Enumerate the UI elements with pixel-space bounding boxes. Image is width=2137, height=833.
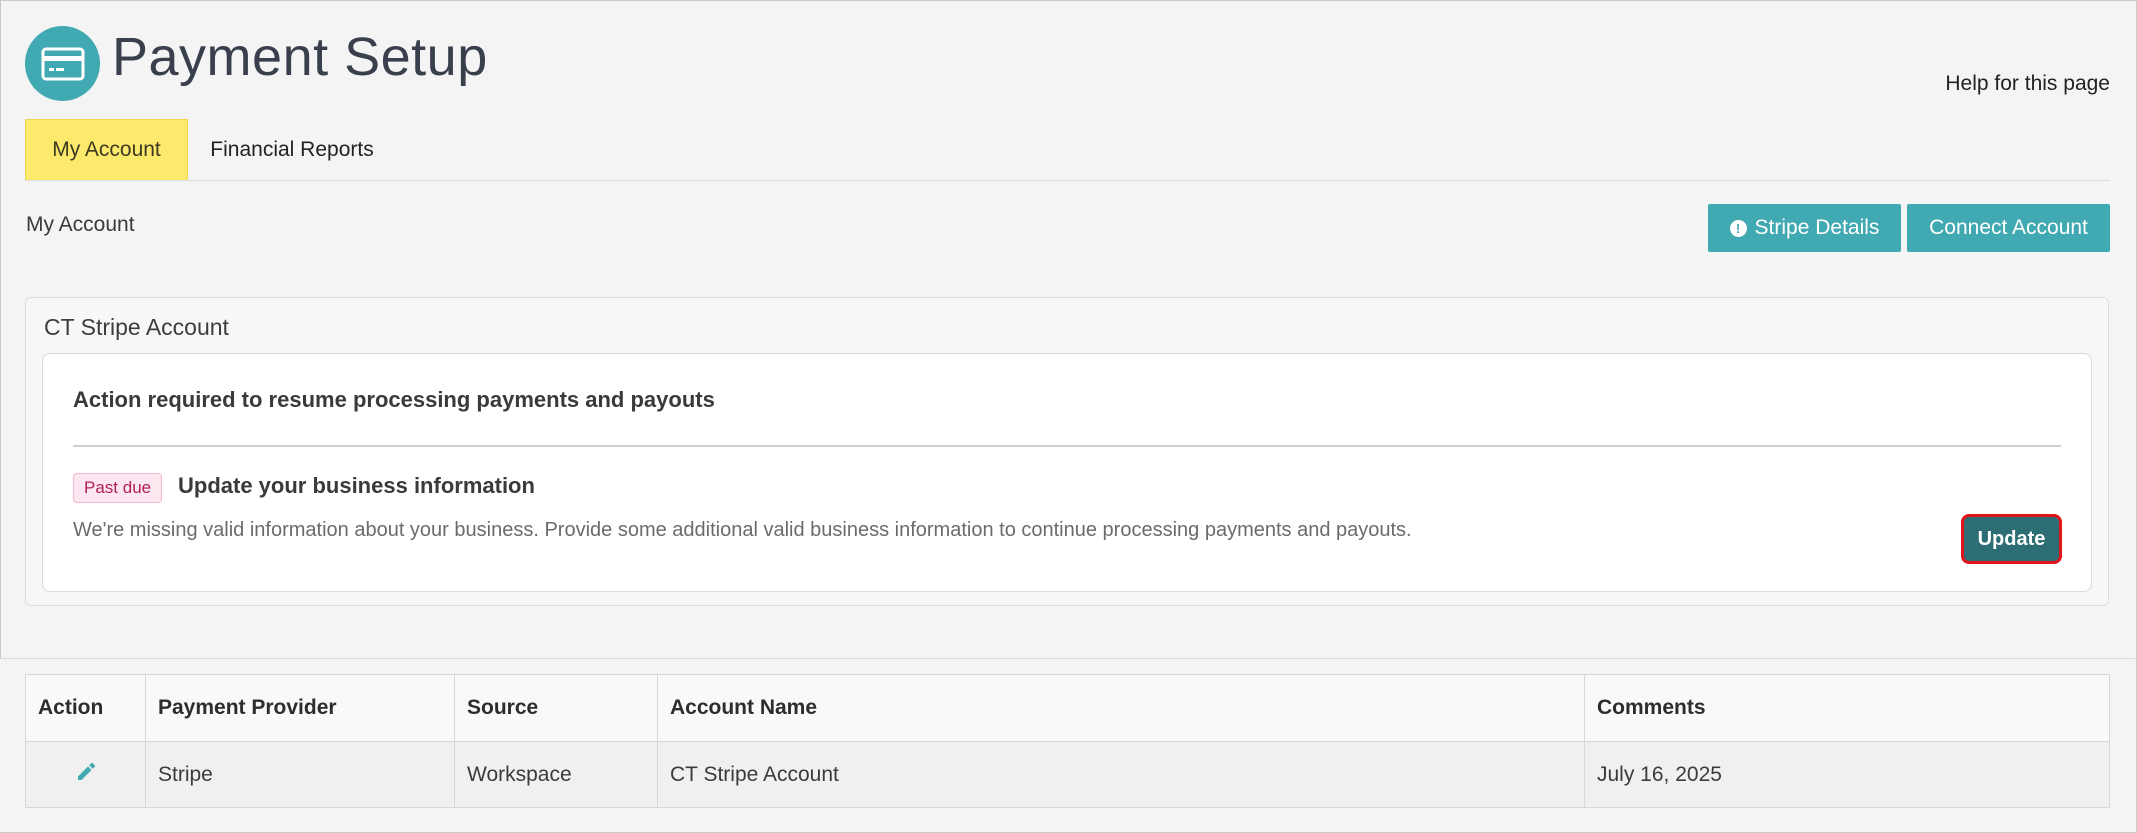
connect-account-button[interactable]: Connect Account: [1907, 204, 2110, 252]
tab-my-account[interactable]: My Account: [25, 119, 188, 180]
account-name-cell: CT Stripe Account: [657, 741, 1585, 808]
comments-cell: July 16, 2025: [1584, 741, 2110, 808]
section-label: My Account: [26, 213, 135, 236]
table-row: Stripe Workspace CT Stripe Account July …: [25, 741, 2110, 808]
tab-bar: My Account Financial Reports: [25, 119, 2110, 181]
alert-divider: [73, 445, 2061, 447]
accounts-table-section: Action Payment Provider Source Account N…: [0, 658, 2135, 832]
action-required-alert: Action required to resume processing pay…: [42, 353, 2092, 592]
past-due-badge: Past due: [73, 473, 163, 503]
update-business-description: We're missing valid information about yo…: [73, 519, 1412, 541]
help-link[interactable]: Help for this page: [1945, 72, 2110, 96]
column-header-account-name: Account Name: [657, 674, 1585, 742]
credit-card-icon: [25, 26, 100, 101]
table-header-row: Action Payment Provider Source Account N…: [25, 674, 2110, 742]
tab-financial-reports[interactable]: Financial Reports: [202, 119, 382, 180]
column-header-comments: Comments: [1584, 674, 2110, 742]
pencil-edit-icon[interactable]: [75, 761, 97, 789]
page-title: Payment Setup: [112, 27, 488, 87]
alert-heading: Action required to resume processing pay…: [73, 387, 715, 412]
column-header-action: Action: [25, 674, 146, 742]
column-header-source: Source: [454, 674, 658, 742]
action-cell: [25, 741, 146, 808]
account-card: CT Stripe Account Action required to res…: [25, 297, 2109, 606]
update-business-title: Update your business information: [178, 473, 535, 498]
accounts-table: Action Payment Provider Source Account N…: [25, 674, 2110, 808]
account-card-title: CT Stripe Account: [44, 314, 229, 340]
info-icon: !: [1729, 219, 1747, 237]
column-header-payment-provider: Payment Provider: [145, 674, 455, 742]
stripe-details-button[interactable]: ! Stripe Details: [1708, 204, 1901, 252]
update-button[interactable]: Update: [1961, 514, 2062, 564]
connect-account-label: Connect Account: [1929, 216, 2088, 239]
stripe-details-label: Stripe Details: [1754, 216, 1880, 239]
source-cell: Workspace: [454, 741, 658, 808]
provider-cell: Stripe: [145, 741, 455, 808]
